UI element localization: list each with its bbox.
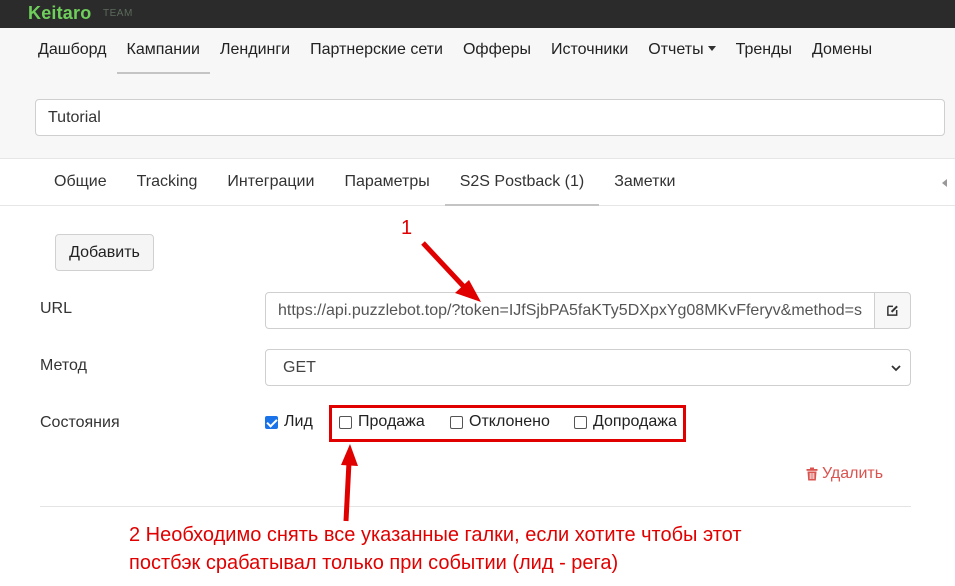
annotation-arrow-2 [341, 444, 358, 522]
annotation-note-2: 2 Необходимо снять все указанные галки, … [129, 524, 742, 574]
annotation-marker-1: 1 [401, 217, 413, 239]
annotation-arrow-1 [421, 241, 481, 302]
annotation-arrows [341, 241, 481, 522]
